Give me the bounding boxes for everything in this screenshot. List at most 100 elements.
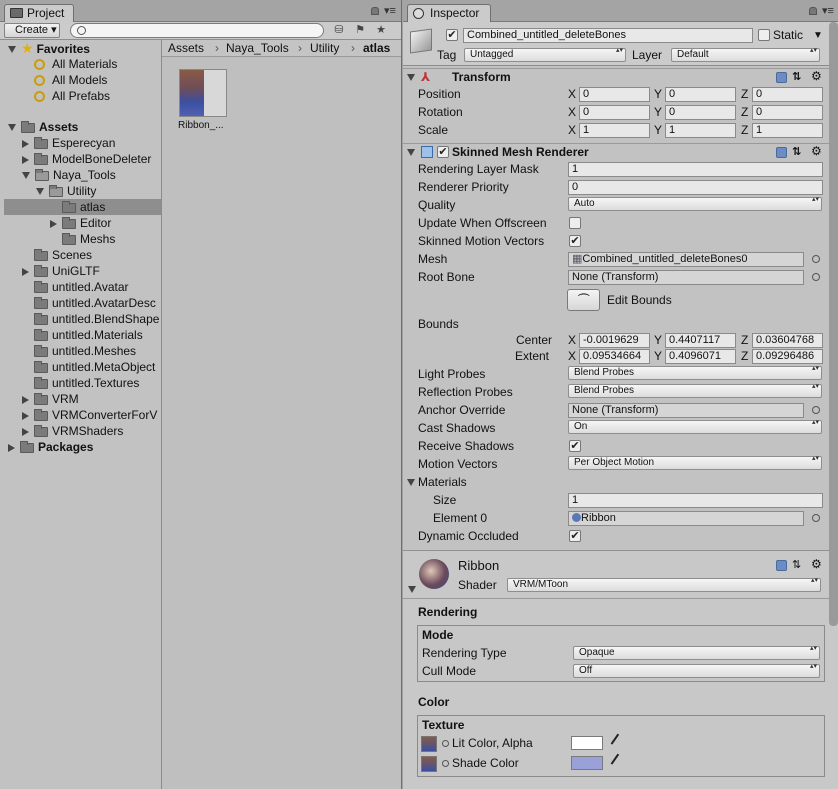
tab-project[interactable]: Project bbox=[4, 4, 74, 22]
expand-arrow-icon[interactable] bbox=[8, 443, 15, 452]
position-x-field[interactable]: 0 bbox=[579, 87, 650, 102]
eyedropper-icon[interactable] bbox=[610, 753, 628, 771]
folder-unigltf[interactable]: UniGLTF bbox=[22, 263, 100, 279]
folder-untitled-avatar[interactable]: untitled.Avatar bbox=[34, 279, 129, 295]
center-y-field[interactable]: 0.4407117 bbox=[665, 333, 736, 348]
asset-thumbnail[interactable] bbox=[179, 69, 227, 117]
folder-vrmconverterforv[interactable]: VRMConverterForV bbox=[22, 407, 157, 423]
favorite-star-icon[interactable]: ★ bbox=[372, 23, 390, 38]
expand-arrow-icon[interactable] bbox=[22, 267, 29, 276]
element0-field[interactable]: Ribbon bbox=[568, 511, 804, 526]
scale-z-field[interactable]: 1 bbox=[752, 123, 823, 138]
object-picker-icon[interactable] bbox=[812, 514, 820, 522]
object-picker-icon[interactable] bbox=[812, 273, 820, 281]
expand-arrow-icon[interactable] bbox=[36, 188, 44, 196]
preset-icon[interactable]: ⇅ bbox=[792, 558, 801, 573]
reflection-probes-dropdown[interactable]: Blend Probes bbox=[568, 383, 822, 398]
static-dropdown-icon[interactable]: ▼ bbox=[813, 28, 823, 43]
receive-shadows-checkbox[interactable]: ✔ bbox=[569, 440, 581, 452]
favorites-header[interactable]: ★ Favorites bbox=[8, 40, 90, 56]
rotation-y-field[interactable]: 0 bbox=[665, 105, 736, 120]
eyedropper-icon[interactable] bbox=[610, 733, 628, 751]
lit-color-swatch[interactable] bbox=[571, 736, 603, 750]
tab-inspector[interactable]: Inspector bbox=[407, 4, 491, 22]
create-button[interactable]: Create ▾ bbox=[4, 23, 60, 38]
expand-arrow-icon[interactable] bbox=[407, 479, 415, 486]
folder-modelbonedeleter[interactable]: ModelBoneDeleter bbox=[22, 151, 151, 167]
folder-scenes[interactable]: Scenes bbox=[34, 247, 92, 263]
object-picker-icon[interactable] bbox=[442, 760, 449, 767]
breadcrumb-item[interactable]: Naya_Tools bbox=[226, 40, 289, 56]
help-icon[interactable] bbox=[776, 560, 787, 571]
light-probes-dropdown[interactable]: Blend Probes bbox=[568, 365, 822, 380]
folder-atlas[interactable]: atlas bbox=[4, 199, 161, 215]
folder-utility[interactable]: Utility bbox=[36, 183, 96, 199]
inspector-scrollbar[interactable] bbox=[829, 22, 838, 626]
extent-y-field[interactable]: 0.4096071 bbox=[665, 349, 736, 364]
folder-editor[interactable]: Editor bbox=[50, 215, 111, 231]
scale-y-field[interactable]: 1 bbox=[665, 123, 736, 138]
object-picker-icon[interactable] bbox=[812, 255, 820, 263]
static-checkbox[interactable] bbox=[758, 29, 770, 41]
shade-color-swatch[interactable] bbox=[571, 756, 603, 770]
cast-shadows-dropdown[interactable]: On bbox=[568, 419, 822, 434]
extent-x-field[interactable]: 0.09534664 bbox=[579, 349, 650, 364]
expand-arrow-icon[interactable] bbox=[22, 411, 29, 420]
expand-arrow-icon[interactable] bbox=[22, 139, 29, 148]
expand-arrow-icon[interactable] bbox=[407, 149, 415, 156]
preset-icon[interactable]: ⇅ bbox=[792, 145, 801, 160]
center-x-field[interactable]: -0.0019629 bbox=[579, 333, 650, 348]
rotation-z-field[interactable]: 0 bbox=[752, 105, 823, 120]
gear-icon[interactable]: ⚙ bbox=[811, 69, 822, 84]
quality-dropdown[interactable]: Auto bbox=[568, 196, 822, 211]
expand-arrow-icon[interactable] bbox=[408, 586, 416, 593]
breadcrumb-item[interactable]: Assets bbox=[168, 40, 204, 56]
motion-vectors-dropdown[interactable]: Per Object Motion bbox=[568, 455, 822, 470]
folder-untitled-textures[interactable]: untitled.Textures bbox=[34, 375, 139, 391]
assets-root[interactable]: Assets bbox=[8, 119, 78, 135]
favorite-item-all-prefabs[interactable]: All Prefabs bbox=[34, 88, 110, 104]
expand-arrow-icon[interactable] bbox=[50, 219, 57, 228]
rotation-x-field[interactable]: 0 bbox=[579, 105, 650, 120]
rendering-type-dropdown[interactable]: Opaque bbox=[573, 645, 820, 660]
position-z-field[interactable]: 0 bbox=[752, 87, 823, 102]
object-picker-icon[interactable] bbox=[442, 740, 449, 747]
object-name-field[interactable]: Combined_untitled_deleteBones bbox=[463, 28, 753, 43]
gear-icon[interactable]: ⚙ bbox=[811, 557, 822, 572]
breadcrumb-item[interactable]: Utility bbox=[310, 40, 339, 56]
rendering-layer-mask-field[interactable]: 1 bbox=[568, 162, 823, 177]
expand-arrow-icon[interactable] bbox=[22, 395, 29, 404]
lock-icon[interactable] bbox=[809, 7, 817, 15]
dynamic-occluded-checkbox[interactable]: ✔ bbox=[569, 530, 581, 542]
packages-root[interactable]: Packages bbox=[8, 439, 93, 455]
skinned-motion-vectors-checkbox[interactable]: ✔ bbox=[569, 235, 581, 247]
lit-texture-slot[interactable] bbox=[421, 736, 437, 752]
folder-vrm[interactable]: VRM bbox=[22, 391, 79, 407]
folder-naya-tools[interactable]: Naya_Tools bbox=[22, 167, 116, 183]
folder-untitled-metaobject[interactable]: untitled.MetaObject bbox=[34, 359, 155, 375]
edit-bounds-button[interactable]: ⏜ bbox=[567, 289, 600, 311]
filter-by-type-icon[interactable]: ⛁ bbox=[330, 23, 348, 38]
folder-untitled-blendshape[interactable]: untitled.BlendShape bbox=[34, 311, 159, 327]
folder-untitled-materials[interactable]: untitled.Materials bbox=[34, 327, 143, 343]
filter-by-label-icon[interactable]: ⚑ bbox=[351, 23, 369, 38]
expand-arrow-icon[interactable] bbox=[407, 74, 415, 81]
materials-size-field[interactable]: 1 bbox=[568, 493, 823, 508]
update-offscreen-checkbox[interactable] bbox=[569, 217, 581, 229]
active-checkbox[interactable]: ✔ bbox=[446, 29, 458, 41]
expand-arrow-icon[interactable] bbox=[22, 155, 29, 164]
mesh-field[interactable]: ▦Combined_untitled_deleteBones0 bbox=[568, 252, 804, 267]
folder-untitled-avatardesc[interactable]: untitled.AvatarDesc bbox=[34, 295, 156, 311]
tag-dropdown[interactable]: Untagged bbox=[464, 47, 626, 62]
expand-arrow-icon[interactable] bbox=[22, 172, 30, 180]
breadcrumb-item-current[interactable]: atlas bbox=[363, 40, 390, 56]
panel-menu-icon[interactable]: ▾≡ bbox=[384, 4, 396, 17]
folder-meshs[interactable]: Meshs bbox=[62, 231, 115, 247]
folder-vrmshaders[interactable]: VRMShaders bbox=[22, 423, 123, 439]
shader-dropdown[interactable]: VRM/MToon bbox=[507, 577, 821, 592]
folder-esperecyan[interactable]: Esperecyan bbox=[22, 135, 115, 151]
preset-icon[interactable]: ⇅ bbox=[792, 70, 801, 85]
layer-dropdown[interactable]: Default bbox=[671, 47, 820, 62]
extent-z-field[interactable]: 0.09296486 bbox=[752, 349, 823, 364]
root-bone-field[interactable]: None (Transform) bbox=[568, 270, 804, 285]
